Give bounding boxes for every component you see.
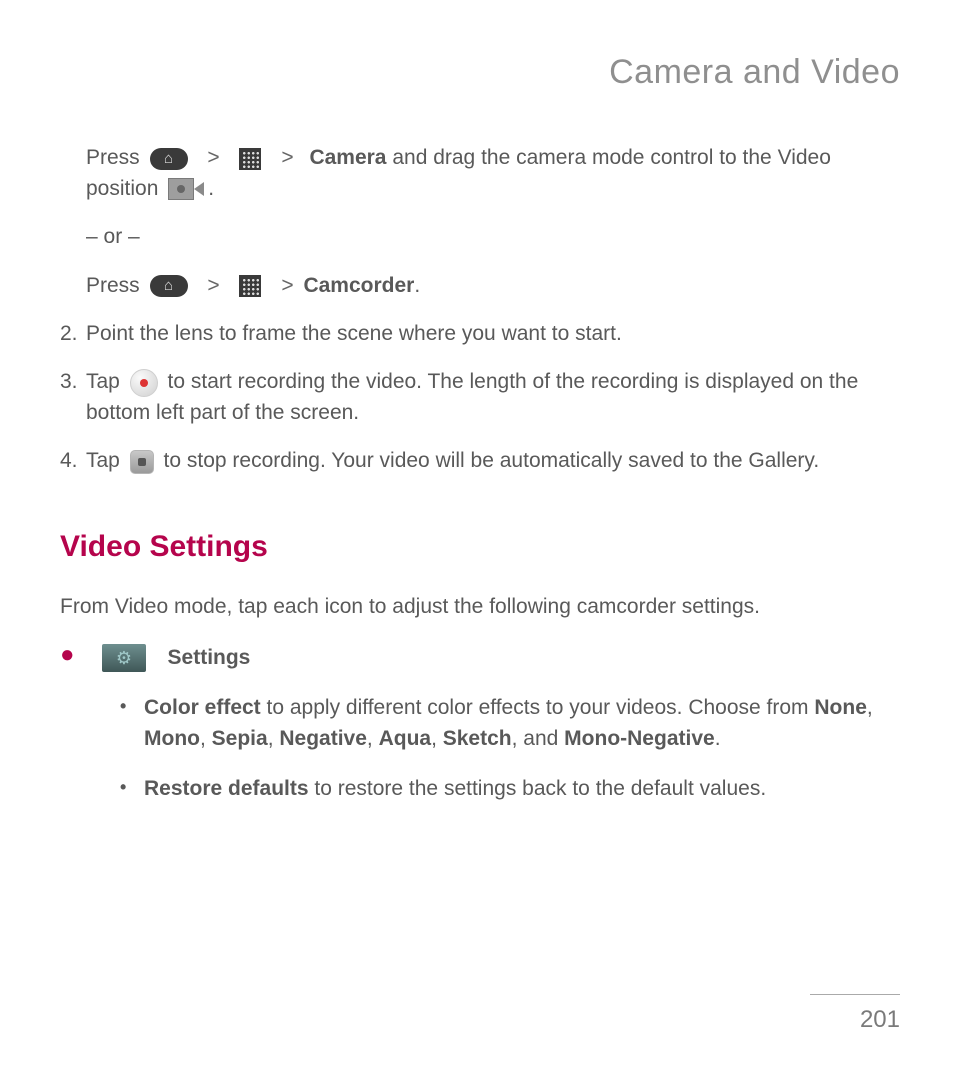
apps-grid-icon xyxy=(239,148,261,170)
opt-negative: Negative xyxy=(279,727,367,750)
breadcrumb-separator: > xyxy=(207,271,219,301)
step-content: Tap to stop recording. Your video will b… xyxy=(86,446,819,476)
opt-none: None xyxy=(814,696,867,719)
step-4: 4. Tap to stop recording. Your video wil… xyxy=(60,446,900,476)
step1-line2: Press > > Camcorder. xyxy=(86,271,900,301)
step-number: 3. xyxy=(60,367,86,428)
page-footer: 201 xyxy=(810,994,900,1038)
step-text: Point the lens to frame the scene where … xyxy=(86,319,622,349)
press-label: Press xyxy=(86,274,140,297)
bullet-marker: • xyxy=(120,693,144,754)
step1-line1: Press > > Camera and drag the camera mod… xyxy=(86,143,900,204)
restore-defaults-text: Restore defaults to restore the settings… xyxy=(144,774,766,804)
video-settings-intro: From Video mode, tap each icon to adjust… xyxy=(60,592,900,622)
home-key-icon xyxy=(150,275,188,297)
settings-bullet: ● Settings xyxy=(60,643,900,673)
settings-label: Settings xyxy=(168,646,251,669)
step-2: 2. Point the lens to frame the scene whe… xyxy=(60,319,900,349)
opt-aqua: Aqua xyxy=(379,727,432,750)
opt-mono-negative: Mono-Negative xyxy=(564,727,715,750)
tap-label: Tap xyxy=(86,370,120,393)
restore-defaults-label: Restore defaults xyxy=(144,777,309,800)
record-button-icon xyxy=(130,369,158,397)
step-number: 4. xyxy=(60,446,86,476)
punctuation: . xyxy=(414,274,420,297)
opt-mono: Mono xyxy=(144,727,200,750)
stop-button-icon xyxy=(130,450,154,474)
breadcrumb-separator: > xyxy=(281,271,293,301)
section-heading-video-settings: Video Settings xyxy=(60,525,900,569)
restore-defaults-bullet: • Restore defaults to restore the settin… xyxy=(120,774,900,804)
page-number: 201 xyxy=(810,1003,900,1038)
color-effect-text: Color effect to apply different color ef… xyxy=(144,693,900,754)
breadcrumb-separator: > xyxy=(281,143,293,173)
camcorder-app-label: Camcorder xyxy=(303,274,414,297)
press-label: Press xyxy=(86,146,140,169)
step-3: 3. Tap to start recording the video. The… xyxy=(60,367,900,428)
step-content: Tap to start recording the video. The le… xyxy=(86,367,900,428)
step1-or: – or – xyxy=(86,222,900,252)
apps-grid-icon xyxy=(239,275,261,297)
punctuation: . xyxy=(208,177,214,200)
tap-label: Tap xyxy=(86,449,120,472)
opt-sketch: Sketch xyxy=(443,727,512,750)
breadcrumb-separator: > xyxy=(207,143,219,173)
camera-app-label: Camera xyxy=(309,146,386,169)
settings-gear-icon xyxy=(102,644,146,672)
step-text: to stop recording. Your video will be au… xyxy=(164,449,820,472)
home-key-icon xyxy=(150,148,188,170)
step-text: to start recording the video. The length… xyxy=(86,370,858,423)
color-effect-label: Color effect xyxy=(144,696,261,719)
color-effect-bullet: • Color effect to apply different color … xyxy=(120,693,900,754)
bullet-marker: ● xyxy=(60,643,98,673)
opt-sepia: Sepia xyxy=(212,727,268,750)
video-mode-icon xyxy=(168,178,204,200)
page-title: Camera and Video xyxy=(60,48,900,97)
step-number: 2. xyxy=(60,319,86,349)
bullet-marker: • xyxy=(120,774,144,804)
footer-rule xyxy=(810,994,900,995)
settings-row: Settings xyxy=(98,643,250,673)
